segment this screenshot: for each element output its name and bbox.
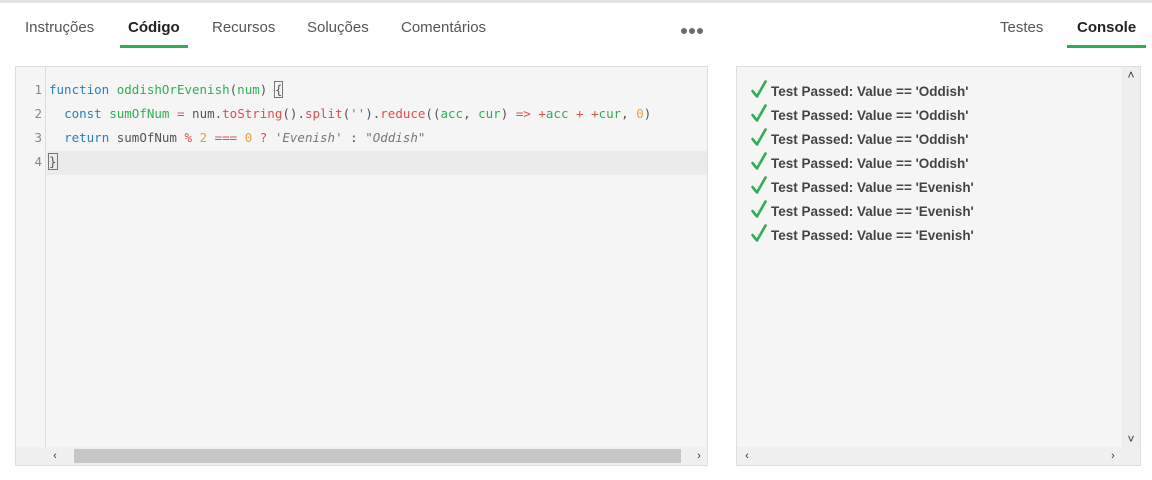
tab-tests[interactable]: Testes: [1000, 19, 1043, 49]
code-line[interactable]: function oddishOrEvenish(num) {: [49, 81, 284, 98]
chevron-up-icon[interactable]: ˄: [1125, 69, 1137, 81]
line-number: 2: [34, 106, 42, 121]
chevron-down-icon[interactable]: ˅: [1125, 433, 1137, 445]
tab-resources-label: Recursos: [212, 19, 276, 36]
test-result-text: Test Passed: Value == 'Oddish': [771, 132, 969, 147]
code-text-area[interactable]: function oddishOrEvenish(num) { const su…: [47, 67, 707, 448]
chevron-right-icon[interactable]: ›: [693, 450, 705, 462]
tab-comments[interactable]: Comentários: [401, 19, 486, 49]
tab-resources[interactable]: Recursos: [212, 19, 275, 49]
tab-console-label: Console: [1077, 19, 1137, 36]
left-tab-bar: Instruções Código Recursos Soluções Come…: [0, 0, 720, 56]
scrollbar-thumb[interactable]: [74, 449, 681, 463]
test-result-text: Test Passed: Value == 'Oddish': [771, 108, 969, 123]
line-number: 3: [34, 130, 42, 145]
code-line[interactable]: const sumOfNum = num.toString().split(''…: [49, 106, 651, 121]
check-icon: [751, 152, 767, 170]
code-line[interactable]: }: [48, 153, 58, 170]
more-horizontal-icon[interactable]: [681, 26, 705, 36]
tab-instructions[interactable]: Instruções: [25, 19, 94, 49]
line-number: 1: [34, 82, 42, 97]
vertical-scrollbar[interactable]: ˄ ˅: [1122, 67, 1140, 448]
tab-comments-label: Comentários: [401, 19, 487, 36]
check-icon: [751, 200, 767, 218]
tab-code-label: Código: [128, 19, 180, 36]
check-icon: [751, 104, 767, 122]
chevron-right-icon[interactable]: ›: [1107, 450, 1119, 462]
code-editor[interactable]: 1 2 3 4 function oddishOrEvenish(num) { …: [15, 66, 708, 466]
test-result-text: Test Passed: Value == 'Oddish': [771, 156, 969, 171]
line-number: 4: [34, 154, 42, 169]
chevron-left-icon[interactable]: ‹: [741, 450, 753, 462]
active-tab-indicator: [1067, 45, 1147, 48]
console-output-panel: Test Passed: Value == 'Oddish' Test Passe…: [736, 66, 1141, 466]
tab-instructions-label: Instruções: [25, 19, 95, 36]
horizontal-scrollbar[interactable]: ‹ ›: [737, 447, 1140, 465]
code-line[interactable]: return sumOfNum % 2 === 0 ? 'Evenish' : …: [49, 130, 425, 145]
active-tab-indicator: [120, 45, 188, 48]
tab-tests-label: Testes: [1000, 19, 1044, 36]
check-icon: [751, 80, 767, 98]
chevron-left-icon[interactable]: ‹: [49, 450, 61, 462]
horizontal-scrollbar[interactable]: ‹ ›: [16, 447, 707, 465]
test-result-text: Test Passed: Value == 'Evenish': [771, 180, 974, 195]
current-line-highlight: [47, 151, 707, 175]
tab-solutions[interactable]: Soluções: [307, 19, 369, 49]
tab-console[interactable]: Console: [1067, 19, 1147, 49]
check-icon: [751, 176, 767, 194]
test-result-text: Test Passed: Value == 'Evenish': [771, 228, 974, 243]
test-result-text: Test Passed: Value == 'Evenish': [771, 204, 974, 219]
tab-solutions-label: Soluções: [307, 19, 369, 36]
check-icon: [751, 128, 767, 146]
line-number-gutter: 1 2 3 4: [16, 67, 46, 448]
tab-code[interactable]: Código: [120, 19, 188, 49]
test-result-text: Test Passed: Value == 'Oddish': [771, 84, 969, 99]
check-icon: [751, 224, 767, 242]
